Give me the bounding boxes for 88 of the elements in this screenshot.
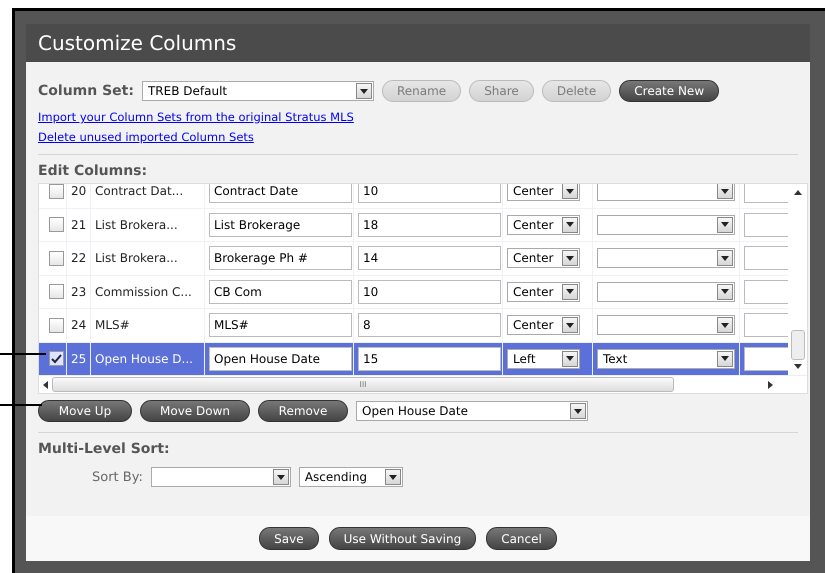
column-dropdown[interactable]: Open House Date [356,401,588,421]
link[interactable]: Import your Column Sets from the original Stratus MLS [38,109,354,126]
column-set-dropdown[interactable]: TREB Default [142,81,374,101]
caret-icon [566,356,574,362]
checkbox[interactable] [49,284,64,300]
action-button[interactable]: Remove [258,400,348,422]
checkbox[interactable] [49,351,64,366]
caret-icon [276,474,285,480]
scroll-thumb[interactable] [790,330,804,360]
footer-button[interactable]: Use Without Saving [328,527,476,550]
alignment-dropdown[interactable]: Center [507,214,580,235]
window-title: Customize Columns [38,31,236,55]
footer-button[interactable]: Save [259,527,319,550]
input-field[interactable] [744,346,788,371]
display-name-field[interactable]: Open House Date [209,346,352,371]
row-number: 22 [71,251,86,266]
display-name-field[interactable]: CB Com [209,280,352,304]
caret-icon [574,408,582,414]
caret-icon [566,222,574,228]
row-number: 24 [71,318,86,332]
caret-icon [566,289,574,294]
input-field[interactable] [744,280,788,304]
section-heading: Multi-Level Sort: [38,441,171,457]
format-dropdown[interactable] [597,315,735,336]
format-dropdown[interactable]: Text [597,348,735,369]
width-field[interactable]: 10 [358,280,501,304]
action-button[interactable]: Create New [619,80,720,102]
alignment-dropdown[interactable]: Center [507,282,580,302]
caret-icon [388,474,397,480]
column-name: List Brokera... [95,251,178,266]
sort-by-label: Sort By: [92,470,143,484]
format-dropdown[interactable] [597,282,735,302]
width-field[interactable]: 15 [358,346,501,371]
down-arrow-icon[interactable] [794,364,802,369]
caret-icon [721,289,729,294]
sort-by-dropdown[interactable] [150,467,291,487]
column-name: List Brokera... [95,218,178,232]
alignment-dropdown[interactable]: Center [507,248,580,268]
caret-icon [721,222,729,228]
sort-order-dropdown[interactable]: Ascending [298,467,403,487]
caret-icon [566,322,574,328]
alignment-dropdown[interactable]: Center [507,315,580,336]
caret-icon [566,188,574,194]
display-name-field[interactable]: List Brokerage [209,212,352,237]
left-arrow-icon[interactable] [43,380,48,388]
display-name-field[interactable]: Brokerage Ph # [209,246,352,270]
format-dropdown[interactable] [597,214,735,235]
action-button[interactable]: Move Down [140,400,250,422]
caret-icon [721,356,729,362]
caret-icon [566,256,574,261]
caret-icon [721,322,729,328]
caret-icon [721,188,729,194]
alignment-dropdown[interactable]: Center [507,184,580,202]
column-name: Open House D... [95,352,193,366]
action-button[interactable]: Move Up [38,400,132,422]
column-name: Contract Dat... [95,184,184,198]
row-number: 21 [71,218,86,232]
up-arrow-icon[interactable] [794,190,802,195]
caret-icon [360,88,368,94]
display-name-field[interactable]: Contract Date [209,184,352,204]
width-field[interactable]: 18 [358,212,501,237]
row-number: 25 [71,352,86,366]
column-name: MLS# [95,318,130,332]
input-field[interactable] [744,212,788,237]
input-field[interactable] [744,184,788,204]
checkbox[interactable] [49,184,64,199]
link[interactable]: Delete unused imported Column Sets [38,129,254,146]
right-arrow-icon[interactable] [768,380,773,388]
section-heading: Edit Columns: [38,163,148,179]
checkbox[interactable] [49,318,64,333]
scroll-grip: III [359,380,367,389]
row-number: 20 [71,184,86,198]
alignment-dropdown[interactable]: Left [507,348,580,369]
caret-icon [721,256,729,261]
width-field[interactable]: 14 [358,246,501,270]
width-field[interactable]: 10 [358,184,501,204]
column-name: Commission C... [95,284,192,299]
checkbox[interactable] [49,250,64,266]
display-name-field[interactable]: MLS# [209,313,352,338]
input-field[interactable] [744,246,788,270]
footer-button[interactable]: Cancel [486,527,557,550]
width-field[interactable]: 8 [358,313,501,338]
input-field[interactable] [744,313,788,338]
column-set-label: Column Set: [38,83,134,99]
checkbox[interactable] [49,217,64,232]
format-dropdown[interactable] [597,248,735,268]
format-dropdown[interactable] [597,184,735,202]
row-number: 23 [71,284,86,299]
